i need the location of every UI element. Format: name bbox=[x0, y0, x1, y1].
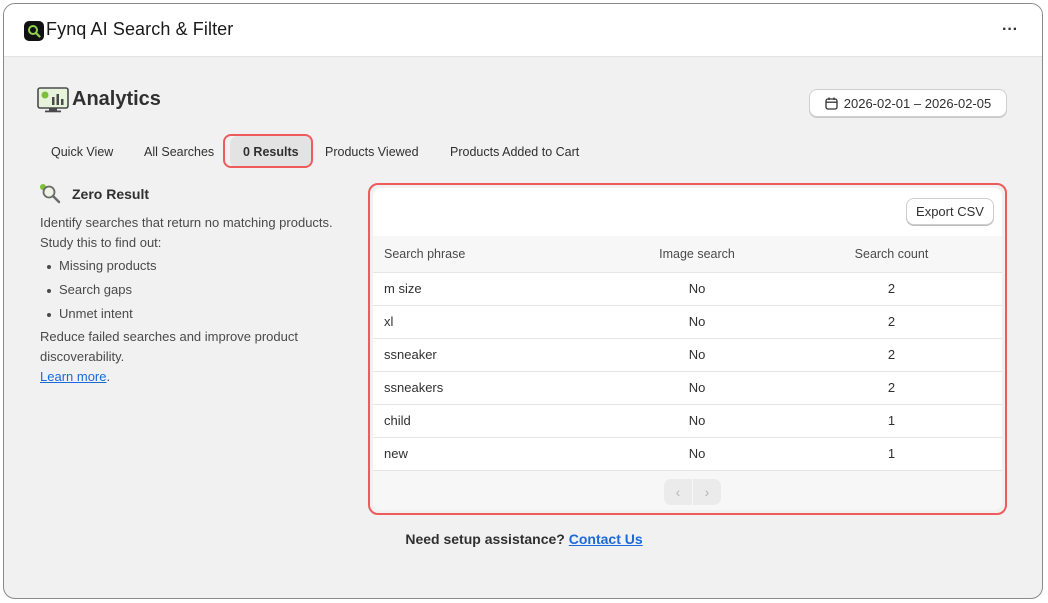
next-page-button[interactable]: › bbox=[693, 479, 721, 505]
tab-quick-view[interactable]: Quick View bbox=[38, 136, 126, 168]
learn-more-link[interactable]: Learn more bbox=[40, 369, 106, 384]
search-count-cell: 1 bbox=[887, 413, 896, 428]
image-search-cell: No bbox=[688, 446, 706, 462]
search-count-cell: 2 bbox=[887, 380, 896, 395]
app-title: Fynq AI Search & Filter bbox=[46, 19, 234, 39]
image-search-cell: No bbox=[688, 380, 706, 395]
date-range-picker-button[interactable]: 2026-02-01 – 2026-02-05 bbox=[809, 89, 1007, 117]
tab-products-viewed[interactable]: Products Viewed bbox=[312, 136, 432, 168]
list-item: Missing products bbox=[40, 254, 370, 278]
list-item: Search gaps bbox=[40, 278, 370, 302]
app-logo-icon bbox=[24, 21, 44, 41]
table-row: new No 1 bbox=[373, 437, 1002, 470]
image-search-cell: No bbox=[688, 281, 706, 296]
image-search-cell: No bbox=[688, 347, 706, 362]
image-search-cell: No bbox=[688, 314, 706, 329]
tab-all-searches[interactable]: All Searches bbox=[131, 136, 227, 168]
chevron-right-icon: › bbox=[704, 484, 710, 500]
export-csv-button[interactable]: Export CSV bbox=[906, 198, 994, 225]
search-phrase-cell: ssneaker bbox=[384, 347, 437, 362]
contact-us-link[interactable]: Contact Us bbox=[569, 531, 643, 547]
more-options-button[interactable]: ··· bbox=[998, 18, 1022, 42]
list-item: Unmet intent bbox=[40, 302, 370, 326]
table-row: m size No 2 bbox=[373, 272, 1002, 305]
zero-results-table: Search phrase Image search Search count … bbox=[373, 236, 1002, 470]
pagination: ‹ › bbox=[373, 470, 1002, 510]
search-phrase-cell: child bbox=[384, 413, 411, 428]
calendar-icon bbox=[825, 97, 838, 110]
search-phrase-cell: m size bbox=[384, 281, 422, 296]
table-row: ssneaker No 2 bbox=[373, 338, 1002, 371]
zero-result-description: Identify searches that return no matchin… bbox=[40, 213, 370, 387]
zero-result-title: Zero Result bbox=[72, 186, 150, 202]
search-count-cell: 1 bbox=[887, 446, 896, 462]
column-header-image-search: Image search bbox=[659, 246, 735, 261]
description-line: Reduce failed searches and improve produ… bbox=[40, 329, 298, 364]
search-phrase-cell: new bbox=[384, 446, 408, 462]
tab-0-results[interactable]: 0 Results bbox=[230, 136, 312, 168]
tab-products-added-to-cart[interactable]: Products Added to Cart bbox=[437, 136, 592, 168]
title-bar: Fynq AI Search & Filter ··· bbox=[4, 4, 1042, 57]
date-range-label: 2026-02-01 – 2026-02-05 bbox=[843, 95, 992, 111]
footer-text: Need setup assistance? bbox=[405, 531, 565, 547]
previous-page-button[interactable]: ‹ bbox=[664, 479, 692, 505]
search-count-cell: 2 bbox=[887, 281, 896, 296]
page-title: Analytics bbox=[72, 88, 161, 110]
column-header-search-count: Search count bbox=[854, 246, 929, 261]
column-header-search-phrase: Search phrase bbox=[384, 246, 466, 261]
reason-list: Missing products Search gaps Unmet inten… bbox=[40, 254, 370, 326]
search-count-cell: 2 bbox=[887, 314, 896, 329]
search-count-cell: 2 bbox=[887, 347, 896, 362]
search-phrase-cell: xl bbox=[384, 314, 394, 329]
table-header-row: Search phrase Image search Search count bbox=[373, 236, 1002, 272]
zero-results-card: Export CSV Search phrase Image search Se… bbox=[373, 188, 1002, 510]
search-phrase-cell: ssneakers bbox=[384, 380, 444, 395]
description-line: Study this to find out: bbox=[40, 235, 162, 250]
magnifier-icon bbox=[40, 184, 61, 204]
setup-assistance-footer: Need setup assistance? Contact Us bbox=[0, 531, 1048, 547]
link-suffix: . bbox=[106, 369, 111, 384]
analytics-icon bbox=[37, 87, 69, 113]
table-row: ssneakers No 2 bbox=[373, 371, 1002, 404]
description-line: Identify searches that return no matchin… bbox=[40, 215, 333, 230]
table-row: xl No 2 bbox=[373, 305, 1002, 338]
table-row: child No 1 bbox=[373, 404, 1002, 437]
image-search-cell: No bbox=[688, 413, 706, 428]
chevron-left-icon: ‹ bbox=[675, 484, 681, 500]
